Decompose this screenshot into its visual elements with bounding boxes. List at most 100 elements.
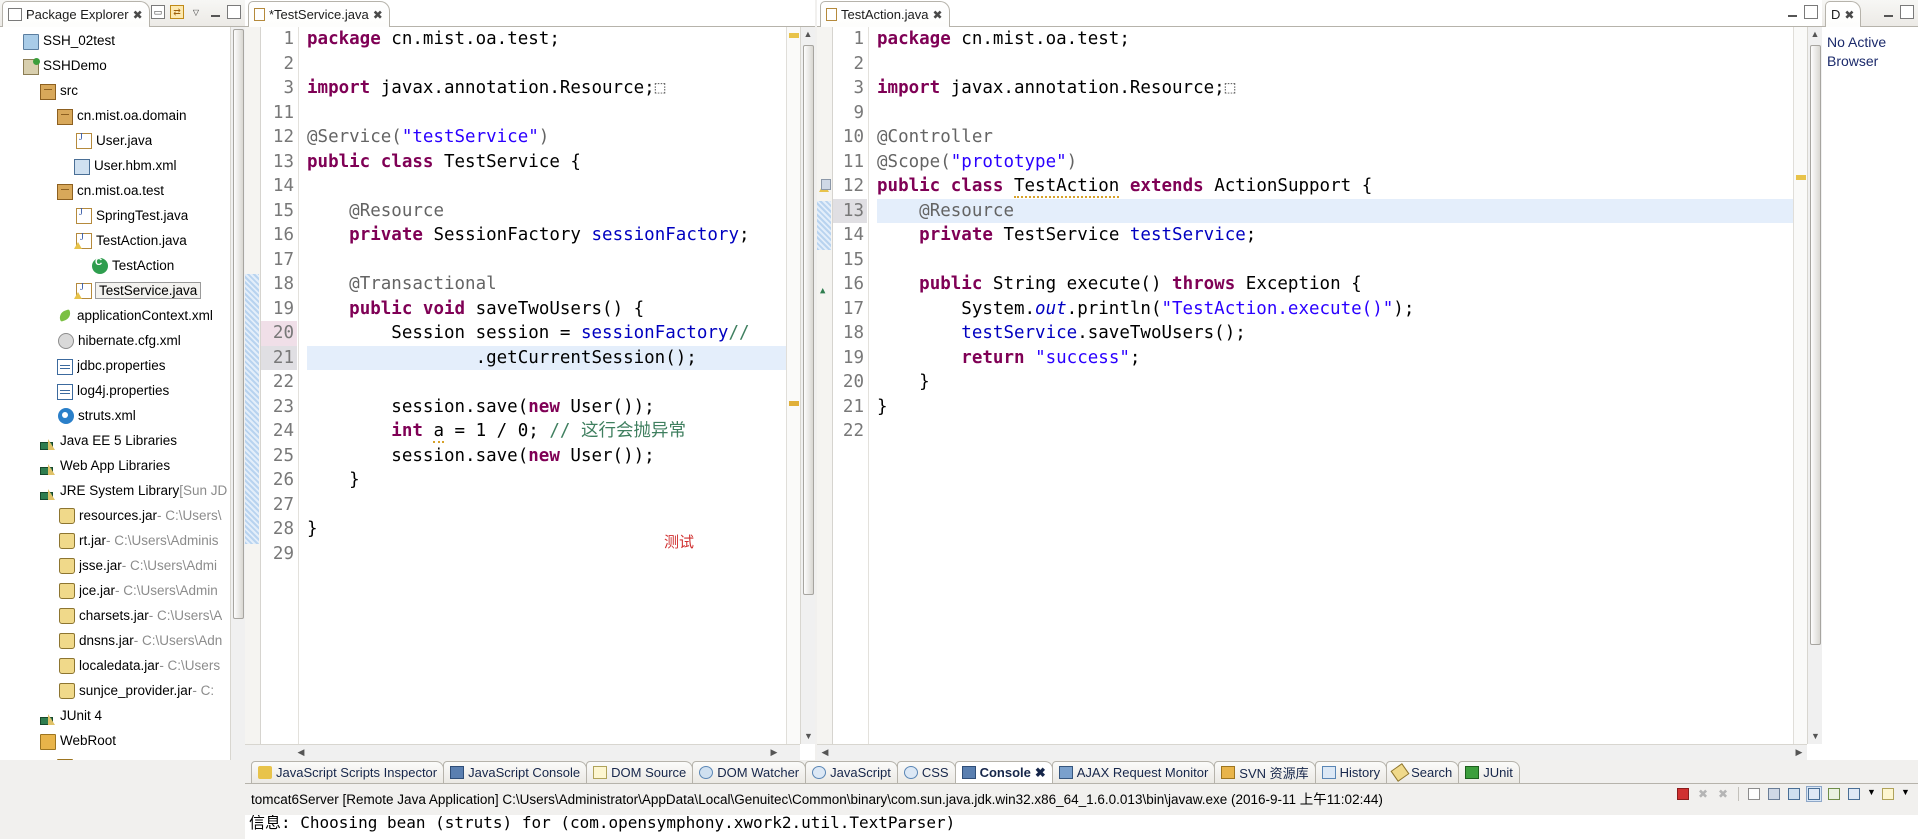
code-line[interactable]: [307, 52, 815, 77]
code-line[interactable]: @Transactional: [307, 272, 815, 297]
tree-item-testservice-java[interactable]: TestService.java: [0, 278, 245, 303]
warning-marker[interactable]: [789, 33, 799, 38]
scroll-down-icon[interactable]: ▼: [1808, 729, 1823, 744]
maximize-icon[interactable]: [227, 5, 241, 19]
tree-item-user-hbm-xml[interactable]: User.hbm.xml: [0, 153, 245, 178]
bottom-tab-javascript[interactable]: JavaScript: [805, 761, 898, 783]
editor-right-overview-ruler[interactable]: [1793, 27, 1807, 744]
tree-item-sshdemo[interactable]: SSHDemo: [0, 53, 245, 78]
warning-marker-icon[interactable]: [818, 179, 832, 193]
code-line[interactable]: public class TestAction extends ActionSu…: [877, 174, 1822, 199]
code-line[interactable]: [307, 248, 815, 273]
tree-item-struts-xml[interactable]: struts.xml: [0, 403, 245, 428]
scrollbar-thumb[interactable]: [803, 45, 814, 595]
warning-marker[interactable]: [1796, 175, 1806, 180]
close-icon[interactable]: ✖: [133, 8, 143, 22]
minimize-icon[interactable]: [1785, 5, 1799, 19]
view-menu-icon[interactable]: ▼: [1900, 786, 1910, 802]
terminate-icon[interactable]: [1675, 786, 1691, 802]
code-line[interactable]: import javax.annotation.Resource;⬚: [877, 76, 1822, 101]
editor-right-vscrollbar[interactable]: ▲ ▼: [1807, 27, 1822, 744]
tree-item-jdbc-properties[interactable]: jdbc.properties: [0, 353, 245, 378]
editor-right-code-area[interactable]: package cn.mist.oa.test; import javax.an…: [869, 27, 1822, 760]
tree-item-jce-jar[interactable]: jce.jar - C:\Users\Admin: [0, 578, 245, 603]
editor-right-hscrollbar[interactable]: ◀ ▶: [817, 744, 1807, 760]
scroll-right-icon[interactable]: ▶: [766, 745, 782, 760]
clear-console-icon[interactable]: [1746, 786, 1762, 802]
tree-item-testaction-java[interactable]: TestAction.java: [0, 228, 245, 253]
editor-right-marker-gutter[interactable]: ▲: [817, 27, 833, 760]
code-line[interactable]: int a = 1 / 0; // 这行会抛异常: [307, 419, 815, 444]
code-line[interactable]: [877, 101, 1822, 126]
bottom-tab-svn[interactable]: SVN 资源库: [1214, 761, 1316, 783]
code-line[interactable]: [307, 174, 815, 199]
new-console-view-icon[interactable]: [1880, 786, 1896, 802]
tree-item-charsets-jar[interactable]: charsets.jar - C:\Users\A: [0, 603, 245, 628]
code-line[interactable]: [307, 493, 815, 518]
remove-all-terminated-icon[interactable]: ✖: [1715, 786, 1731, 802]
tree-item-springtest-java[interactable]: SpringTest.java: [0, 203, 245, 228]
bottom-tab-dom-watcher[interactable]: DOM Watcher: [692, 761, 807, 783]
open-console-dropdown-icon[interactable]: ▼: [1866, 786, 1876, 802]
code-line[interactable]: }: [877, 370, 1822, 395]
scroll-left-icon[interactable]: ◀: [817, 745, 833, 760]
tree-item-rt-jar[interactable]: rt.jar - C:\Users\Adminis: [0, 528, 245, 553]
code-line[interactable]: @Controller: [877, 125, 1822, 150]
code-line[interactable]: System.out.println("TestAction.execute()…: [877, 297, 1822, 322]
tree-item-user-java[interactable]: User.java: [0, 128, 245, 153]
scroll-down-icon[interactable]: ▼: [801, 729, 816, 744]
close-icon[interactable]: ✖: [1844, 8, 1854, 22]
scroll-up-icon[interactable]: ▲: [1808, 27, 1822, 42]
tree-item-ssh-02test[interactable]: SSH_02test: [0, 28, 245, 53]
code-line[interactable]: @Resource: [877, 198, 1822, 223]
scroll-right-icon[interactable]: ▶: [1791, 745, 1807, 760]
code-line[interactable]: [307, 370, 815, 395]
tree-item-applicationcontext-xml[interactable]: applicationContext.xml: [0, 303, 245, 328]
code-line[interactable]: .getCurrentSession();: [307, 345, 815, 370]
bottom-tab-junit[interactable]: JUnit: [1458, 761, 1520, 783]
view-menu-icon[interactable]: ▽: [189, 5, 203, 19]
editor-left-vscrollbar[interactable]: ▲ ▼: [800, 27, 815, 744]
code-line[interactable]: [877, 419, 1822, 444]
collapse-all-icon[interactable]: ▭: [151, 5, 165, 19]
link-with-editor-icon[interactable]: ⇄: [170, 5, 184, 19]
code-line[interactable]: [877, 248, 1822, 273]
bottom-tab-javascript-scripts-inspector[interactable]: JavaScript Scripts Inspector: [251, 761, 445, 783]
maximize-icon[interactable]: [1804, 5, 1818, 19]
code-line[interactable]: testService.saveTwoUsers();: [877, 321, 1822, 346]
maximize-icon[interactable]: [1900, 5, 1914, 19]
code-line[interactable]: package cn.mist.oa.test;: [877, 27, 1822, 52]
code-line[interactable]: }: [877, 395, 1822, 420]
scrollbar-thumb[interactable]: [233, 29, 244, 619]
tree-item-cn-mist-oa-test[interactable]: cn.mist.oa.test: [0, 178, 245, 203]
tree-item-junit-4[interactable]: JUnit 4: [0, 703, 245, 728]
editor-left-hscrollbar[interactable]: ◀ ▶: [245, 744, 800, 760]
code-line[interactable]: [307, 542, 815, 567]
tree-item-jsse-jar[interactable]: jsse.jar - C:\Users\Admi: [0, 553, 245, 578]
close-icon[interactable]: ✖: [1035, 765, 1046, 781]
tree-item-meta-inf[interactable]: META-INF: [0, 753, 245, 760]
tree-item-dnsns-jar[interactable]: dnsns.jar - C:\Users\Adn: [0, 628, 245, 653]
code-line[interactable]: private SessionFactory sessionFactory;: [307, 223, 815, 248]
scroll-lock-icon[interactable]: [1766, 786, 1782, 802]
scroll-up-icon[interactable]: ▲: [801, 27, 815, 42]
open-console-icon[interactable]: [1846, 786, 1862, 802]
code-line[interactable]: return "success";: [877, 346, 1822, 371]
scroll-left-icon[interactable]: ◀: [293, 745, 309, 760]
package-explorer-scrollbar[interactable]: [230, 27, 245, 760]
close-icon[interactable]: ✖: [373, 8, 383, 22]
console-output-area[interactable]: 信息: Choosing bean (struts) for (com.open…: [245, 815, 1918, 839]
bottom-tab-dom-source[interactable]: DOM Source: [586, 761, 694, 783]
tab-testaction-java[interactable]: TestAction.java ✖: [820, 1, 950, 27]
minimize-icon[interactable]: [1881, 5, 1895, 19]
bottom-tab-search[interactable]: Search: [1386, 761, 1460, 783]
tree-item-localedata-jar[interactable]: localedata.jar - C:\Users: [0, 653, 245, 678]
tree-item-cn-mist-oa-domain[interactable]: cn.mist.oa.domain: [0, 103, 245, 128]
tree-item-log4j-properties[interactable]: log4j.properties: [0, 378, 245, 403]
tree-item-sunjce-provider-jar[interactable]: sunjce_provider.jar - C:: [0, 678, 245, 703]
tab-browser[interactable]: D ✖: [1825, 1, 1862, 27]
tree-item-resources-jar[interactable]: resources.jar - C:\Users\: [0, 503, 245, 528]
code-line[interactable]: }: [307, 468, 815, 493]
code-line[interactable]: public void saveTwoUsers() {: [307, 297, 815, 322]
remove-launch-icon[interactable]: ✖: [1695, 786, 1711, 802]
